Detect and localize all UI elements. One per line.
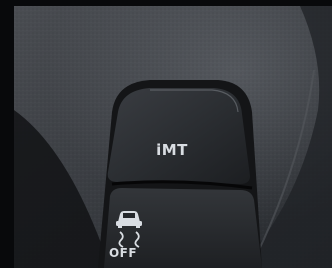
imt-label: iMT	[156, 141, 188, 159]
console-scene: iMT OFF	[0, 0, 332, 268]
console-photo: iMT OFF	[0, 0, 332, 268]
off-label: OFF	[109, 246, 137, 260]
traction-control-off-button[interactable]: OFF	[104, 188, 262, 268]
imt-button[interactable]: iMT	[107, 88, 250, 184]
